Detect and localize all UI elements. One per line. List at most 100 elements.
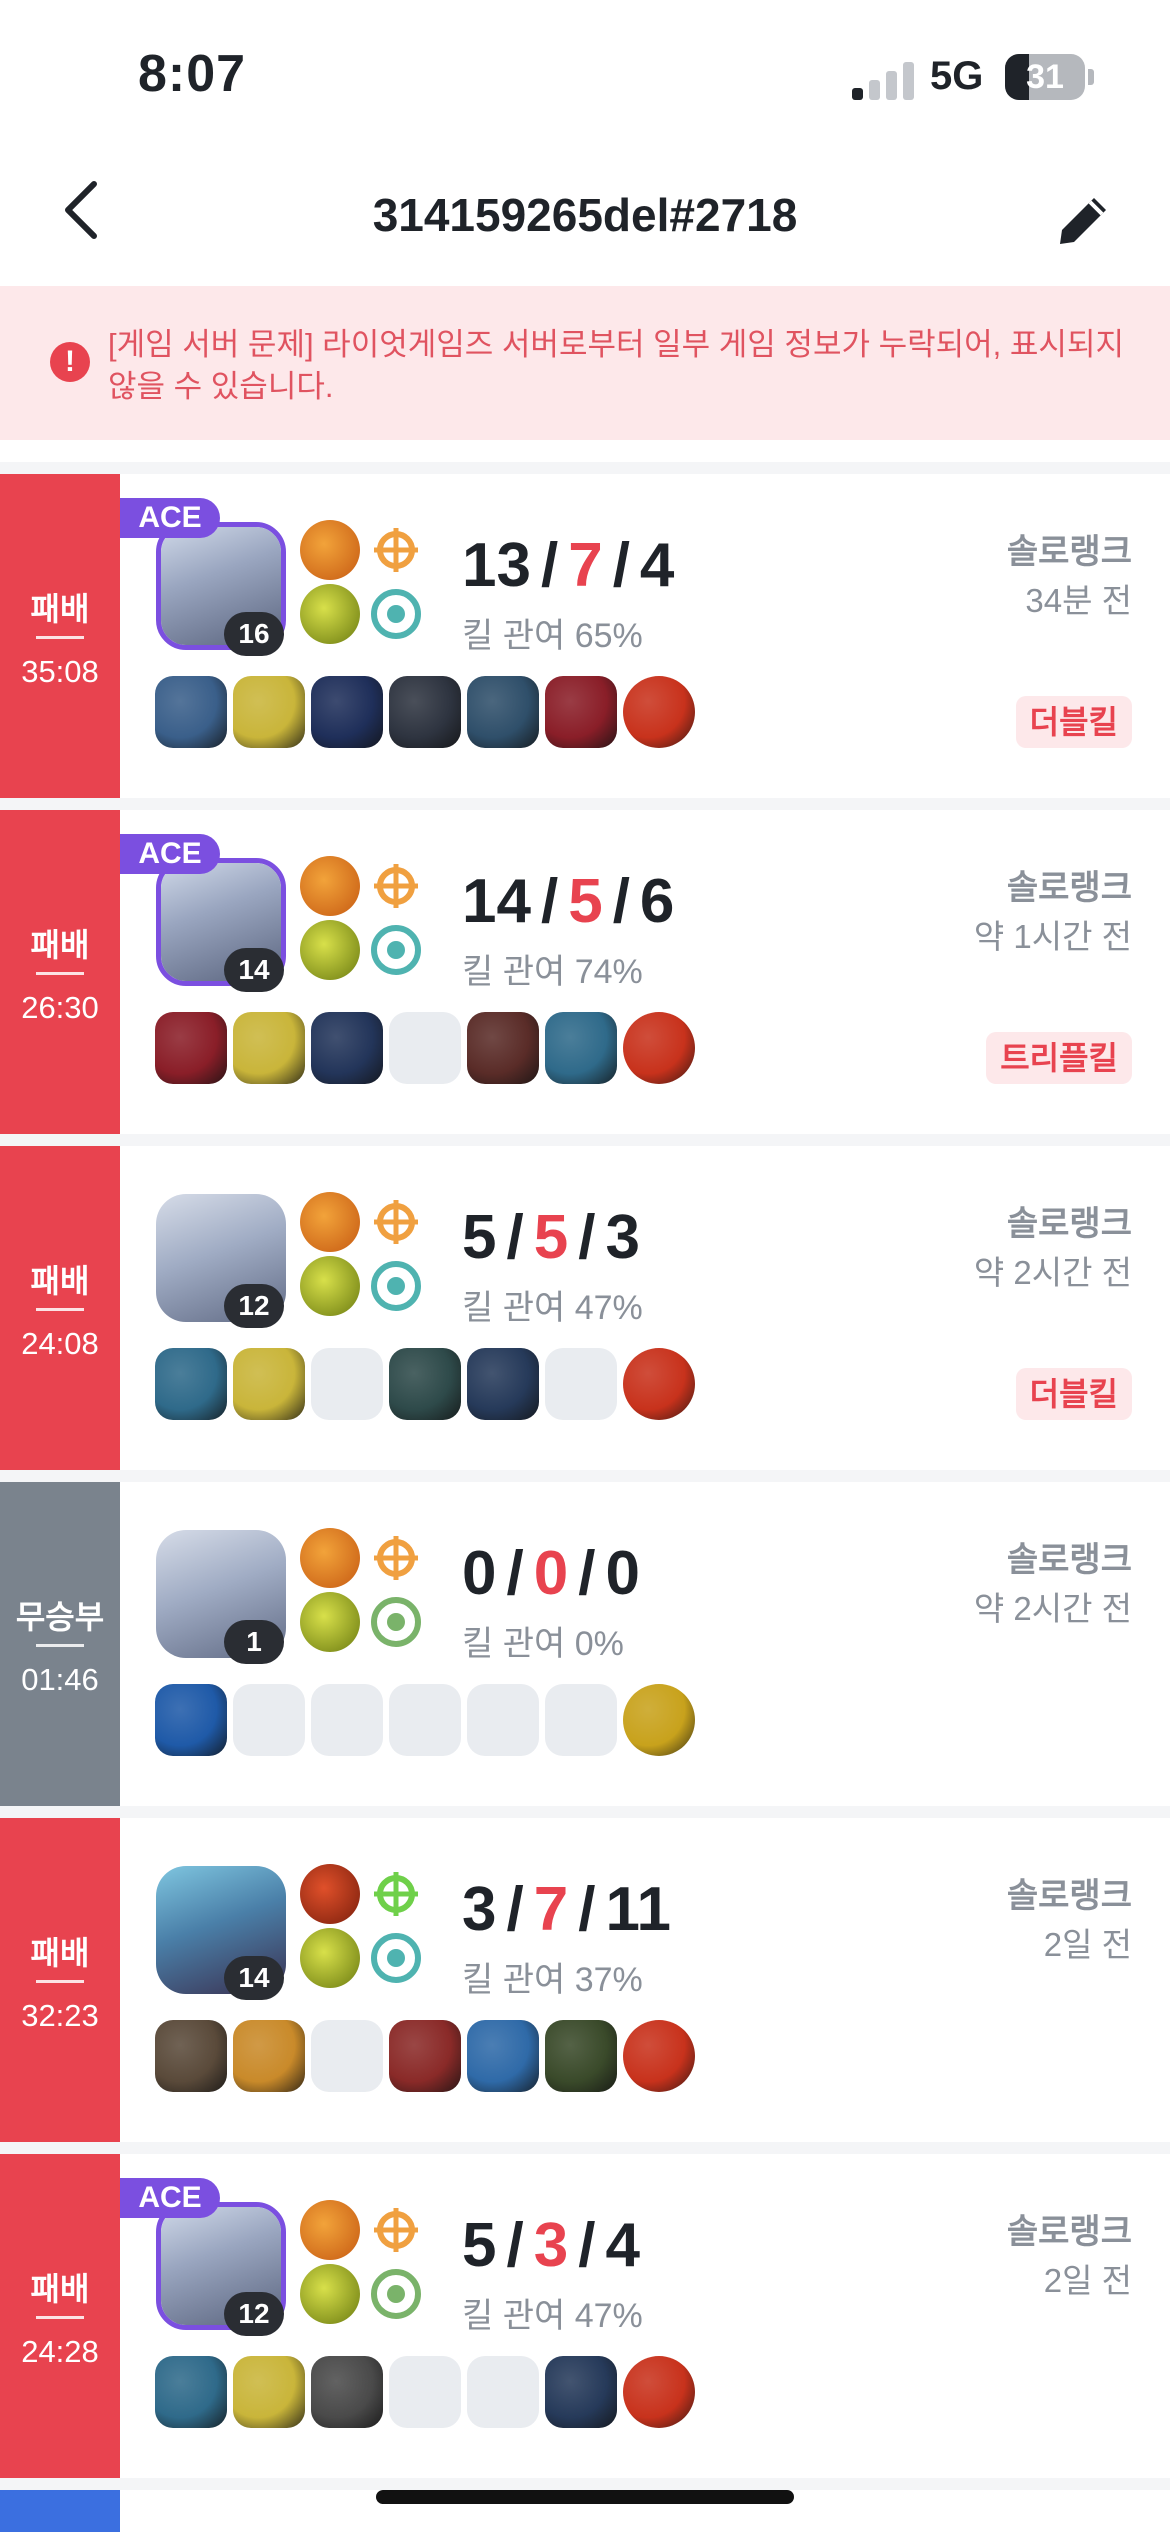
match-result-bar: 패배 35:08 (0, 474, 120, 798)
item-icon[interactable] (389, 1348, 461, 1420)
match-card[interactable]: 패배 35:08 ACE 16 13/7/4 킬 관여 65% 솔로랭크 34분… (0, 474, 1170, 798)
kda-separator: / (506, 1203, 524, 1272)
match-card[interactable]: 패배 32:23 14 3/7/11 킬 관여 37% 솔로랭크 2일 전 (0, 1818, 1170, 2142)
match-duration: 24:28 (21, 2334, 99, 2369)
match-result-bar: 패배 24:08 (0, 1146, 120, 1470)
kills: 13 (462, 531, 531, 600)
item-icon[interactable] (155, 2020, 227, 2092)
kda: 0/0/0 (462, 1538, 640, 1609)
secondary-rune-icon (366, 920, 426, 980)
item-icon[interactable] (233, 1348, 305, 1420)
item-icon[interactable] (155, 1012, 227, 1084)
match-separator (0, 1470, 1170, 1482)
item-icon[interactable] (467, 2020, 539, 2092)
match-card[interactable]: 패배 26:30 ACE 14 14/5/6 킬 관여 74% 솔로랭크 약 1… (0, 810, 1170, 1134)
trinket-icon[interactable] (623, 2020, 695, 2092)
item-icon[interactable] (545, 2020, 617, 2092)
battery-tip (1088, 69, 1094, 85)
network-type: 5G (930, 54, 984, 98)
primary-rune-icon (366, 856, 426, 916)
kda-separator: / (506, 1875, 524, 1944)
item-icon[interactable] (545, 676, 617, 748)
item-icon[interactable] (311, 676, 383, 748)
match-result: 패배 (30, 1263, 90, 1299)
assists: 6 (639, 867, 675, 936)
match-result: 패배 (30, 2271, 90, 2307)
queue-type: 솔로랭크 (1006, 533, 1132, 571)
assists: 4 (605, 2211, 640, 2280)
trinket-icon[interactable] (623, 676, 695, 748)
secondary-rune-icon (366, 1928, 426, 1988)
match-duration: 35:08 (21, 654, 99, 689)
time-ago: 약 1시간 전 (973, 918, 1132, 955)
match-separator (0, 462, 1170, 474)
summoner-spell-icon (300, 1192, 360, 1252)
queue-type: 솔로랭크 (1006, 1541, 1132, 1579)
match-card[interactable]: 무승부 01:46 1 0/0/0 킬 관여 0% 솔로랭크 약 2시간 전 (0, 1482, 1170, 1806)
item-icon[interactable] (545, 1012, 617, 1084)
trinket-icon[interactable] (623, 1684, 695, 1756)
match-result-bar: 패배 26:30 (0, 810, 120, 1134)
summoner-spell-icon (300, 1528, 360, 1588)
item-icon[interactable] (233, 2356, 305, 2428)
trinket-icon[interactable] (623, 1012, 695, 1084)
ace-badge: ACE (120, 498, 220, 538)
summoner-spell-icon (300, 920, 360, 980)
item-icon[interactable] (311, 1012, 383, 1084)
queue-type: 솔로랭크 (1006, 2213, 1132, 2251)
summoner-spell-icon (300, 856, 360, 916)
summoner-spell-icon (300, 1592, 360, 1652)
status-bar: 8:07 5G 31 (0, 0, 1170, 150)
kda: 13/7/4 (462, 530, 674, 601)
item-icon[interactable] (155, 1348, 227, 1420)
kda-separator: / (506, 2211, 524, 2280)
kill-participation: 킬 관여 47% (462, 1289, 643, 1327)
primary-rune-icon (366, 520, 426, 580)
match-result: 패배 (30, 927, 90, 963)
match-card[interactable]: 패배 24:28 ACE 12 5/3/4 킬 관여 47% 솔로랭크 2일 전 (0, 2154, 1170, 2478)
time-ago: 약 2시간 전 (973, 1590, 1132, 1627)
kda-separator: / (612, 867, 630, 936)
empty-item-slot (545, 1684, 617, 1756)
match-result-bar: 패배 32:23 (0, 1818, 120, 2142)
item-icon[interactable] (155, 2356, 227, 2428)
server-warning-banner: ! [게임 서버 문제] 라이엇게임즈 서버로부터 일부 게임 정보가 누락되어… (0, 286, 1170, 440)
edit-button[interactable] (1050, 188, 1116, 254)
trinket-icon[interactable] (623, 2356, 695, 2428)
signal-icon (852, 60, 916, 100)
item-icon[interactable] (233, 676, 305, 748)
match-card[interactable]: 패배 24:08 12 5/5/3 킬 관여 47% 솔로랭크 약 2시간 전더… (0, 1146, 1170, 1470)
champion-level: 14 (224, 1956, 284, 2000)
item-icon[interactable] (545, 2356, 617, 2428)
battery-icon: 31 (1005, 54, 1085, 100)
item-icon[interactable] (155, 1684, 227, 1756)
battery-level: 31 (1026, 58, 1064, 96)
kda-separator: / (540, 531, 559, 600)
time-ago: 34분 전 (1025, 582, 1132, 619)
result-divider (36, 1644, 84, 1647)
deaths: 0 (533, 1539, 569, 1608)
kill-participation: 킬 관여 65% (462, 617, 643, 655)
primary-rune-icon (366, 2200, 426, 2260)
empty-item-slot (233, 1684, 305, 1756)
item-row (155, 1348, 715, 1424)
item-icon[interactable] (389, 676, 461, 748)
empty-item-slot (389, 1012, 461, 1084)
item-row (155, 1012, 715, 1088)
empty-item-slot (389, 1684, 461, 1756)
item-icon[interactable] (311, 2356, 383, 2428)
item-icon[interactable] (155, 676, 227, 748)
item-icon[interactable] (233, 1012, 305, 1084)
match-duration: 01:46 (21, 1662, 99, 1697)
item-icon[interactable] (389, 2020, 461, 2092)
match-result-bar: 무승부 01:46 (0, 1482, 120, 1806)
match-separator (0, 798, 1170, 810)
item-icon[interactable] (467, 1348, 539, 1420)
item-icon[interactable] (233, 2020, 305, 2092)
item-row (155, 2020, 715, 2096)
item-icon[interactable] (467, 1012, 539, 1084)
trinket-icon[interactable] (623, 1348, 695, 1420)
result-divider (36, 636, 84, 639)
primary-rune-icon (366, 1864, 426, 1924)
item-icon[interactable] (467, 676, 539, 748)
